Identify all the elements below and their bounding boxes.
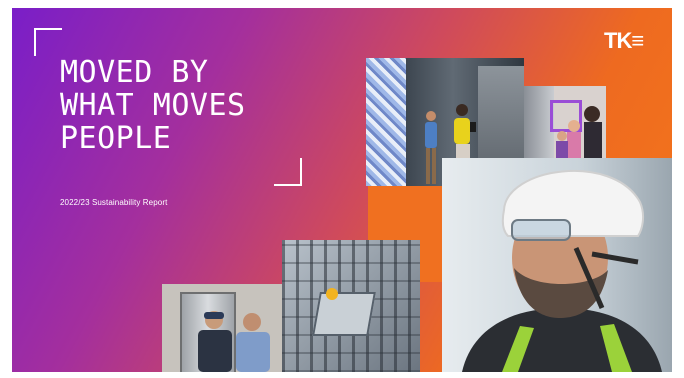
corner-bracket-bottom-right bbox=[274, 158, 302, 186]
corner-bracket-top-left bbox=[34, 28, 62, 56]
report-subtitle: 2022/23 Sustainability Report bbox=[60, 198, 168, 207]
family-figures bbox=[556, 106, 602, 158]
tke-logo: TK≡ bbox=[604, 28, 644, 53]
cover-headline: MOVED BY WHAT MOVES PEOPLE bbox=[60, 56, 246, 155]
headline-line-1: MOVED BY bbox=[60, 55, 209, 90]
headline-line-3: PEOPLE bbox=[60, 121, 172, 156]
elevator-shaft-photo bbox=[282, 240, 420, 372]
elevator-technicians-photo bbox=[162, 284, 282, 372]
family-elevator-photo bbox=[524, 86, 606, 158]
man-walking-figure bbox=[425, 111, 437, 184]
report-cover: MOVED BY WHAT MOVES PEOPLE 2022/23 Susta… bbox=[12, 8, 672, 372]
technician-figures bbox=[198, 311, 270, 372]
worker-figure bbox=[462, 170, 662, 372]
worker-with-hardhat-photo bbox=[442, 158, 672, 372]
headline-line-2: WHAT MOVES bbox=[60, 88, 246, 123]
